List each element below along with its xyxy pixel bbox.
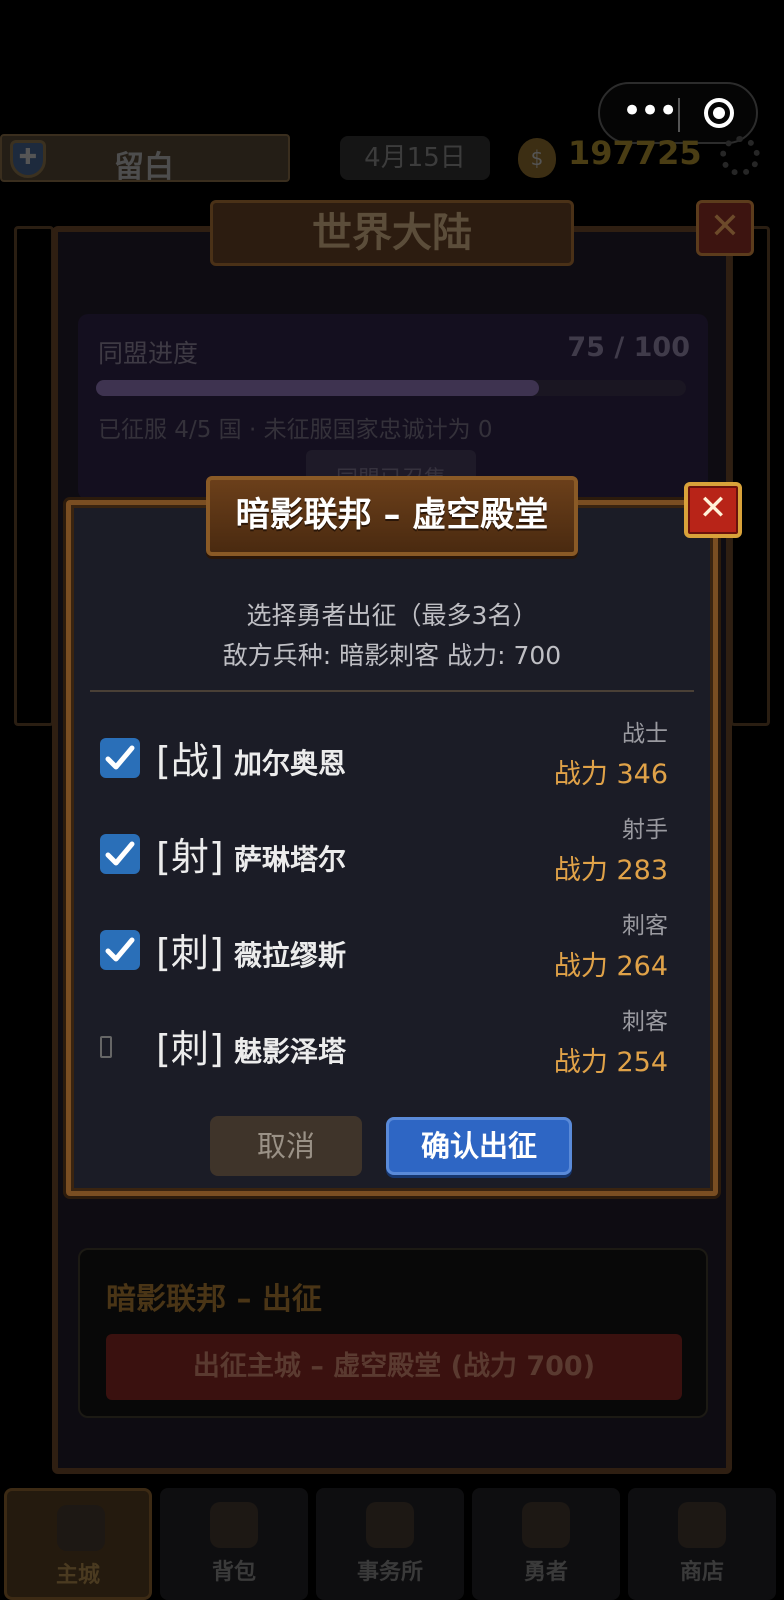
shield-icon: ✚ [10,140,46,178]
hero-name: 魅影泽塔 [234,1035,347,1068]
world-close-button[interactable]: ✕ [696,200,754,256]
nav-label: 事务所 [356,1560,423,1585]
player-name: 留白 [114,150,174,185]
check-icon [105,745,135,770]
hero-role: 刺客 [622,913,668,939]
nav-label: 背包 [211,1560,256,1585]
hero-power: 战力 254 [553,1047,668,1078]
money-bag-icon: $ [518,138,556,178]
top-status-bar: ✚ 留白 4月15日 $ 197725 [0,130,784,186]
nav-item-office[interactable]: 事务所 [316,1488,464,1600]
hero-name: 加尔奥恩 [234,747,347,780]
alliance-progress-bar [96,380,686,396]
hero-row[interactable]: [刺] 薇拉缪斯 刺客 战力 264 [98,913,688,1008]
alliance-progress-fill [96,380,539,396]
dialog-instruction: 选择勇者出征（最多3名） [246,601,538,630]
enemy-info: 敌方兵种: 暗影刺客 战力: 700 [222,641,562,670]
more-icon[interactable]: ••• [622,94,678,130]
nav-item-shop[interactable]: 商店 [628,1488,776,1600]
nav-label: 商店 [679,1560,724,1585]
nav-item-bag[interactable]: 背包 [160,1488,308,1600]
capsule-divider [678,98,680,132]
dialog-close-button[interactable]: ✕ [684,482,742,538]
hero-checkbox-checked[interactable] [100,930,140,970]
alliance-progress-card: 同盟进度 75 / 100 已征服 4/5 国 · 未征服国家忠诚计为 0 同盟… [78,314,708,500]
confirm-march-button[interactable]: 确认出征 [386,1117,572,1175]
check-icon [105,841,135,866]
coin-count: 197725 [568,134,702,172]
hero-icon [522,1502,570,1548]
hero-class-tag: [射] [156,835,224,879]
nav-label: 主城 [55,1563,100,1588]
hero-power: 战力 346 [553,759,668,790]
world-title: 世界大陆 [312,210,472,256]
hero-role: 战士 [622,721,668,747]
hero-class-tag: [刺] [156,931,224,975]
march-main-city-button[interactable]: 出征主城 – 虚空殿堂 (战力 700) [106,1334,682,1400]
hero-power: 战力 283 [553,855,668,886]
hero-row[interactable]: [射] 萨琳塔尔 射手 战力 283 [98,817,688,912]
close-miniprogram-icon[interactable] [704,98,734,128]
march-panel: 暗影联邦 – 出征 出征主城 – 虚空殿堂 (战力 700) [78,1248,708,1418]
world-title-plate: 世界大陆 [210,200,574,266]
bottom-nav: 主城 背包 事务所 勇者 商店 [0,1488,784,1600]
march-title: 暗影联邦 – 出征 [106,1282,322,1317]
dialog-title-plate: 暗影联邦 – 虚空殿堂 [206,476,578,556]
cancel-button[interactable]: 取消 [210,1116,362,1176]
gear-icon[interactable] [720,136,760,176]
nav-item-heroes[interactable]: 勇者 [472,1488,620,1600]
hero-row[interactable]: [刺] 魅影泽塔 刺客 战力 254 [98,1009,688,1104]
shop-icon [678,1502,726,1548]
hero-class-tag: [战] [156,739,224,783]
player-name-box: ✚ 留白 [0,134,290,185]
hero-name: 薇拉缪斯 [234,939,347,972]
hero-role: 刺客 [622,1009,668,1035]
hero-power: 战力 264 [553,951,668,982]
game-date: 4月15日 [340,136,490,180]
nav-item-main-city[interactable]: 主城 [4,1488,152,1600]
hero-role: 射手 [622,817,668,843]
bag-icon [210,1502,258,1548]
hero-checkbox-checked[interactable] [100,834,140,874]
hero-checkbox-unchecked[interactable] [100,1036,112,1058]
nav-label: 勇者 [523,1560,568,1585]
alliance-summary: 已征服 4/5 国 · 未征服国家忠诚计为 0 [98,417,493,443]
left-frame-decoration [14,226,54,726]
alliance-progress-label: 同盟进度 [98,339,199,368]
hero-name: 萨琳塔尔 [234,843,347,876]
shield-icon [366,1502,414,1548]
hero-class-tag: [刺] [156,1027,224,1071]
dialog-title: 暗影联邦 – 虚空殿堂 [235,495,549,535]
hero-row[interactable]: [战] 加尔奥恩 战士 战力 346 [98,721,688,816]
hero-checkbox-checked[interactable] [100,738,140,778]
right-frame-decoration [730,226,770,726]
alliance-progress-value: 75 / 100 [567,332,690,363]
dialog-divider [90,690,694,692]
check-icon [105,937,135,962]
castle-icon [57,1505,105,1551]
